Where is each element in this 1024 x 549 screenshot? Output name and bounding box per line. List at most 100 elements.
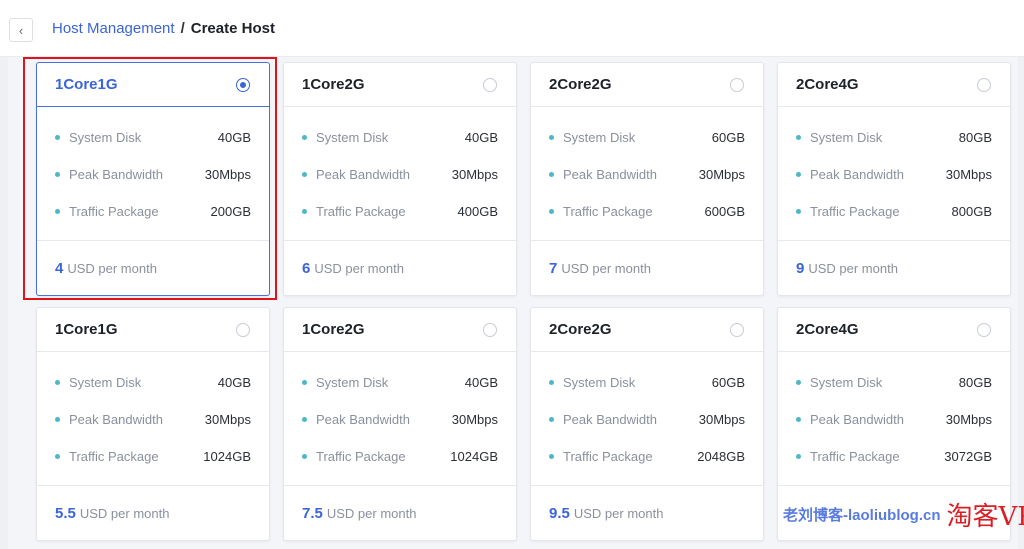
- plan-radio[interactable]: [977, 77, 991, 92]
- spec-label: System Disk: [302, 375, 388, 390]
- spec-label: Traffic Package: [302, 449, 406, 464]
- spec-label: Peak Bandwidth: [549, 167, 657, 182]
- plan-radio[interactable]: [483, 77, 497, 92]
- plan-name: 2Core2G: [549, 76, 612, 93]
- plan-card-header: 2Core2G: [531, 308, 763, 352]
- back-glyph: ‹: [18, 22, 24, 38]
- spec-label-text: Traffic Package: [563, 204, 653, 219]
- spec-row-traffic-package: Traffic Package 1024GB: [302, 438, 498, 475]
- spec-label: Peak Bandwidth: [549, 412, 657, 427]
- spec-row-traffic-package: Traffic Package 200GB: [55, 193, 251, 230]
- top-bar: ‹ Host Management / Create Host: [0, 0, 1024, 57]
- spec-label-text: System Disk: [316, 375, 389, 390]
- spec-label-text: System Disk: [563, 375, 636, 390]
- plan-name: 1Core2G: [302, 76, 365, 93]
- spec-label: Peak Bandwidth: [796, 412, 904, 427]
- spec-label-text: Peak Bandwidth: [810, 412, 904, 427]
- plan-card[interactable]: 2Core4G System Disk 80GB Peak Bandwidth …: [777, 307, 1011, 541]
- plan-card[interactable]: 1Core1G System Disk 40GB Peak Bandwidth …: [36, 62, 270, 296]
- plan-card[interactable]: 2Core2G System Disk 60GB Peak Bandwidth …: [530, 62, 764, 296]
- spec-row-traffic-package: Traffic Package 3072GB: [796, 438, 992, 475]
- spec-label-text: System Disk: [563, 130, 636, 145]
- plan-card[interactable]: 2Core4G System Disk 80GB Peak Bandwidth …: [777, 62, 1011, 296]
- spec-label: Peak Bandwidth: [302, 412, 410, 427]
- spec-row-traffic-package: Traffic Package 400GB: [302, 193, 498, 230]
- bullet-dot-icon: [55, 417, 60, 422]
- bullet-dot-icon: [302, 454, 307, 459]
- bullet-dot-icon: [549, 135, 554, 140]
- bullet-dot-icon: [302, 172, 307, 177]
- plan-radio[interactable]: [730, 77, 744, 92]
- spec-label: Traffic Package: [549, 204, 653, 219]
- spec-value-traffic: 400GB: [457, 204, 498, 219]
- bullet-dot-icon: [549, 172, 554, 177]
- plan-radio[interactable]: [236, 322, 250, 337]
- spec-row-traffic-package: Traffic Package 1024GB: [55, 438, 251, 475]
- price-unit: USD per month: [79, 506, 170, 521]
- spec-value-bandwidth: 30Mbps: [451, 412, 498, 427]
- spec-value-disk: 40GB: [464, 130, 498, 145]
- plan-card-header: 2Core4G: [778, 63, 1010, 107]
- spec-label: System Disk: [796, 375, 882, 390]
- bullet-dot-icon: [796, 454, 801, 459]
- spec-label: Peak Bandwidth: [55, 167, 163, 182]
- spec-row-traffic-package: Traffic Package 800GB: [796, 193, 992, 230]
- spec-row-system-disk: System Disk 40GB: [302, 119, 498, 156]
- plan-price: 4 USD per month: [37, 241, 269, 296]
- spec-label: System Disk: [55, 375, 141, 390]
- plan-name: 2Core2G: [549, 321, 612, 338]
- spec-label-text: Peak Bandwidth: [316, 412, 410, 427]
- spec-row-peak-bandwidth: Peak Bandwidth 30Mbps: [796, 401, 992, 438]
- spec-value-bandwidth: 30Mbps: [204, 167, 251, 182]
- spec-label-text: Peak Bandwidth: [810, 167, 904, 182]
- spec-row-peak-bandwidth: Peak Bandwidth 30Mbps: [302, 156, 498, 193]
- bullet-dot-icon: [55, 135, 60, 140]
- spec-value-traffic: 1024GB: [450, 449, 498, 464]
- chevron-left-icon[interactable]: ‹: [9, 18, 33, 42]
- spec-value-bandwidth: 30Mbps: [204, 412, 251, 427]
- spec-label: System Disk: [796, 130, 882, 145]
- spec-row-peak-bandwidth: Peak Bandwidth 30Mbps: [549, 156, 745, 193]
- spec-value-bandwidth: 30Mbps: [698, 167, 745, 182]
- plan-specs: System Disk 40GB Peak Bandwidth 30Mbps T…: [37, 107, 269, 241]
- spec-label-text: System Disk: [316, 130, 389, 145]
- spec-row-system-disk: System Disk 40GB: [55, 364, 251, 401]
- plan-radio[interactable]: [977, 322, 991, 337]
- breadcrumb-host-management[interactable]: Host Management: [52, 20, 175, 37]
- spec-label-text: System Disk: [810, 375, 883, 390]
- price-amount: 4: [55, 260, 64, 277]
- spec-label: Traffic Package: [549, 449, 653, 464]
- plan-card[interactable]: 2Core2G System Disk 60GB Peak Bandwidth …: [530, 307, 764, 541]
- spec-label: Peak Bandwidth: [55, 412, 163, 427]
- plan-radio[interactable]: [236, 77, 250, 92]
- plan-card[interactable]: 1Core2G System Disk 40GB Peak Bandwidth …: [283, 307, 517, 541]
- plan-radio[interactable]: [730, 322, 744, 337]
- plan-price: [778, 486, 1010, 541]
- spec-value-traffic: 3072GB: [944, 449, 992, 464]
- price-amount: 9.5: [549, 505, 570, 522]
- spec-label: Traffic Package: [796, 204, 900, 219]
- price-unit: USD per month: [573, 506, 664, 521]
- spec-value-disk: 80GB: [958, 130, 992, 145]
- spec-row-system-disk: System Disk 60GB: [549, 119, 745, 156]
- price-unit: USD per month: [314, 261, 404, 276]
- plan-specs: System Disk 80GB Peak Bandwidth 30Mbps T…: [778, 352, 1010, 486]
- spec-row-system-disk: System Disk 40GB: [302, 364, 498, 401]
- plan-card[interactable]: 1Core1G System Disk 40GB Peak Bandwidth …: [36, 307, 270, 541]
- bullet-dot-icon: [549, 209, 554, 214]
- bullet-dot-icon: [55, 454, 60, 459]
- spec-row-system-disk: System Disk 40GB: [55, 119, 251, 156]
- price-amount: 7.5: [302, 505, 323, 522]
- plan-card[interactable]: 1Core2G System Disk 40GB Peak Bandwidth …: [283, 62, 517, 296]
- spec-row-peak-bandwidth: Peak Bandwidth 30Mbps: [302, 401, 498, 438]
- price-amount: 5.5: [55, 505, 76, 522]
- plan-card-header: 1Core1G: [37, 308, 269, 352]
- price-unit: USD per month: [67, 261, 157, 276]
- page-title: Create Host: [190, 20, 275, 37]
- plan-radio[interactable]: [483, 322, 497, 337]
- price-unit: USD per month: [326, 506, 417, 521]
- spec-value-disk: 40GB: [464, 375, 498, 390]
- bullet-dot-icon: [302, 380, 307, 385]
- plan-specs: System Disk 60GB Peak Bandwidth 30Mbps T…: [531, 352, 763, 486]
- plan-specs: System Disk 40GB Peak Bandwidth 30Mbps T…: [284, 107, 516, 241]
